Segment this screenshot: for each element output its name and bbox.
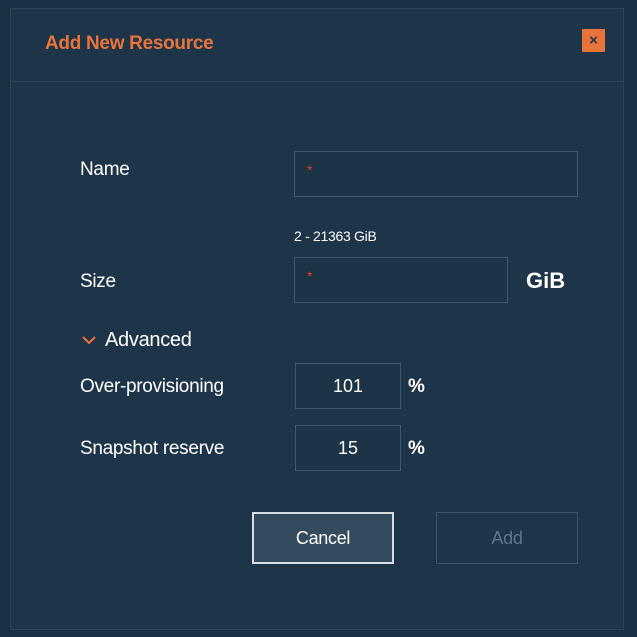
size-range-hint: 2 - 21363 GiB (294, 228, 377, 244)
over-provisioning-input[interactable] (295, 363, 401, 409)
chevron-down-icon (81, 334, 97, 346)
name-input[interactable] (294, 151, 578, 197)
snapshot-reserve-label: Snapshot reserve (80, 438, 225, 459)
add-button[interactable]: Add (436, 512, 578, 564)
cancel-button[interactable]: Cancel (252, 512, 394, 564)
advanced-label: Advanced (105, 328, 192, 351)
advanced-toggle[interactable]: Advanced (81, 325, 192, 355)
size-label: Size (80, 271, 116, 292)
snapshot-reserve-input[interactable] (295, 425, 401, 471)
screen-background: Add New Resource × Name * 2 - 21363 GiB … (0, 0, 637, 637)
close-icon: × (589, 32, 598, 49)
snapshot-reserve-unit: % (408, 438, 425, 459)
over-provisioning-label: Over-provisioning (80, 376, 224, 397)
name-label: Name (80, 159, 130, 180)
add-resource-dialog: Add New Resource × Name * 2 - 21363 GiB … (10, 8, 624, 630)
dialog-header: Add New Resource × (11, 9, 623, 82)
size-input[interactable] (294, 257, 508, 303)
close-button[interactable]: × (582, 29, 605, 52)
over-provisioning-unit: % (408, 376, 425, 397)
dialog-title: Add New Resource (45, 33, 214, 54)
size-unit: GiB (526, 268, 566, 293)
